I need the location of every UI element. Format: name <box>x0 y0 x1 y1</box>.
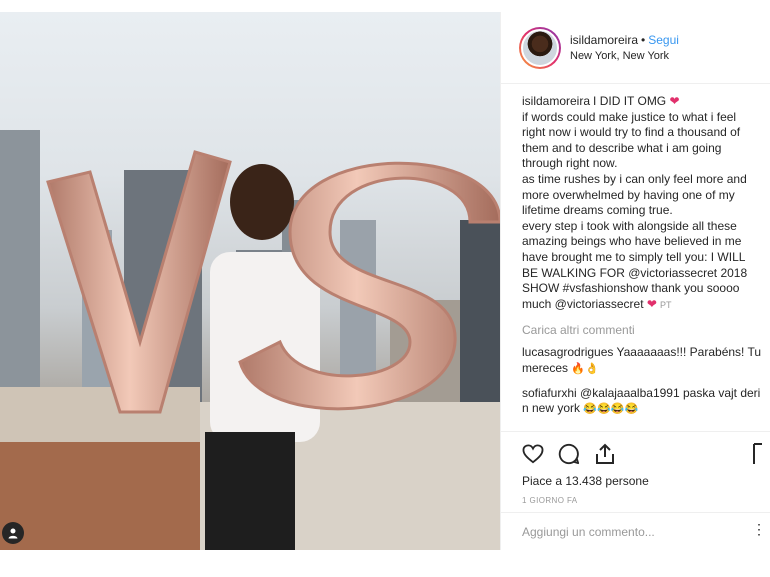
add-comment-input[interactable]: Aggiungi un commento... <box>501 512 770 550</box>
likes-count[interactable]: Piace a 13.438 persone <box>522 474 649 488</box>
heart-emoji: ❤ <box>669 94 680 108</box>
caption-line: every step i took with alongside all the… <box>522 218 748 311</box>
action-bar <box>501 431 770 465</box>
post-author-username[interactable]: isildamoreira <box>570 33 638 47</box>
separator-dot: • <box>641 33 646 47</box>
comment-username[interactable]: lucasagrodrigues <box>522 345 613 359</box>
load-more-comments[interactable]: Carica altri commenti <box>522 323 770 337</box>
comment-bubble-icon[interactable] <box>558 443 580 465</box>
comment-item: lucasagrodrigues Yaaaaaaas!!! Parabéns! … <box>522 345 762 377</box>
post-side-panel: isildamoreira • Segui New York, New York i… <box>500 12 770 550</box>
caption-line: as time rushes by i can only feel more a… <box>522 171 747 218</box>
heart-emoji: ❤ <box>646 296 657 311</box>
share-icon[interactable] <box>594 443 616 465</box>
bookmark-icon[interactable] <box>747 442 769 465</box>
tagged-user-icon[interactable] <box>2 522 24 544</box>
post-header: isildamoreira • Segui New York, New York <box>501 12 770 84</box>
caption-username[interactable]: isildamoreira <box>522 94 590 108</box>
more-options-icon[interactable]: ⋮ <box>752 521 766 538</box>
caption-title: I DID IT OMG <box>593 94 667 108</box>
comment-emoji: 😂😂😂😂 <box>583 403 639 416</box>
caption-line: if words could make justice to what i fe… <box>522 109 741 171</box>
post-timestamp[interactable]: 1 GIORNO FA <box>522 496 578 505</box>
comment-item: sofiafurxhi @kalajaaalba1991 paska vajt … <box>522 386 762 418</box>
avatar[interactable] <box>519 26 561 69</box>
translation-label[interactable]: PT <box>660 300 672 310</box>
comments-list: isildamoreira I DID IT OMG ❤ if words cou… <box>501 84 770 424</box>
caption: isildamoreira I DID IT OMG ❤ if words cou… <box>522 94 762 313</box>
post-location[interactable]: New York, New York <box>570 50 679 62</box>
comment-username[interactable]: sofiafurxhi <box>522 386 577 400</box>
heart-outline-icon[interactable] <box>522 443 544 465</box>
follow-button[interactable]: Segui <box>648 33 679 47</box>
comment-emoji: 🔥👌 <box>571 362 599 375</box>
post-photo[interactable] <box>0 12 500 550</box>
photo-scene <box>0 150 500 550</box>
